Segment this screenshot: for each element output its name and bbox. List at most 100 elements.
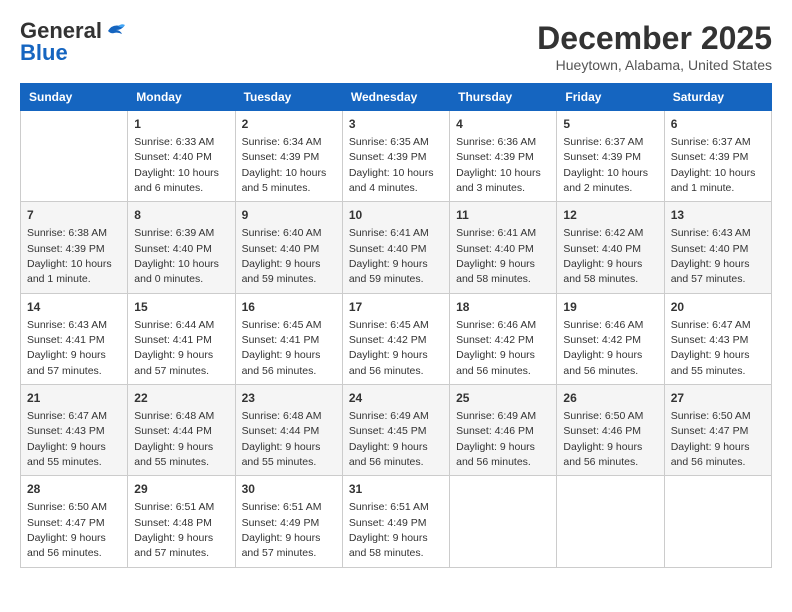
page-header: General Blue December 2025 Hueytown, Ala… <box>20 20 772 73</box>
day-info: Sunrise: 6:42 AM Sunset: 4:40 PM Dayligh… <box>563 227 643 285</box>
day-info: Sunrise: 6:46 AM Sunset: 4:42 PM Dayligh… <box>456 319 536 377</box>
day-number: 29 <box>134 481 228 498</box>
header-day-friday: Friday <box>557 84 664 111</box>
day-number: 26 <box>563 390 657 407</box>
calendar-cell: 28 Sunrise: 6:50 AM Sunset: 4:47 PM Dayli… <box>21 476 128 567</box>
day-info: Sunrise: 6:50 AM Sunset: 4:47 PM Dayligh… <box>27 501 107 559</box>
calendar-cell: 2 Sunrise: 6:34 AM Sunset: 4:39 PM Daylig… <box>235 111 342 202</box>
day-info: Sunrise: 6:50 AM Sunset: 4:46 PM Dayligh… <box>563 410 643 468</box>
day-info: Sunrise: 6:51 AM Sunset: 4:48 PM Dayligh… <box>134 501 214 559</box>
header-day-wednesday: Wednesday <box>342 84 449 111</box>
day-info: Sunrise: 6:44 AM Sunset: 4:41 PM Dayligh… <box>134 319 214 377</box>
header-day-saturday: Saturday <box>664 84 771 111</box>
calendar-cell: 17 Sunrise: 6:45 AM Sunset: 4:42 PM Dayli… <box>342 293 449 384</box>
day-info: Sunrise: 6:34 AM Sunset: 4:39 PM Dayligh… <box>242 136 327 194</box>
day-info: Sunrise: 6:49 AM Sunset: 4:45 PM Dayligh… <box>349 410 429 468</box>
day-info: Sunrise: 6:40 AM Sunset: 4:40 PM Dayligh… <box>242 227 322 285</box>
day-info: Sunrise: 6:47 AM Sunset: 4:43 PM Dayligh… <box>671 319 751 377</box>
day-number: 2 <box>242 116 336 133</box>
logo-text: General <box>20 20 102 42</box>
header-row: SundayMondayTuesdayWednesdayThursdayFrid… <box>21 84 772 111</box>
day-number: 9 <box>242 207 336 224</box>
day-number: 4 <box>456 116 550 133</box>
logo: General Blue <box>20 20 126 64</box>
header-day-thursday: Thursday <box>450 84 557 111</box>
day-number: 17 <box>349 299 443 316</box>
day-number: 14 <box>27 299 121 316</box>
calendar-cell: 31 Sunrise: 6:51 AM Sunset: 4:49 PM Dayli… <box>342 476 449 567</box>
day-info: Sunrise: 6:38 AM Sunset: 4:39 PM Dayligh… <box>27 227 112 285</box>
calendar-cell: 19 Sunrise: 6:46 AM Sunset: 4:42 PM Dayli… <box>557 293 664 384</box>
day-info: Sunrise: 6:43 AM Sunset: 4:41 PM Dayligh… <box>27 319 107 377</box>
calendar-cell: 14 Sunrise: 6:43 AM Sunset: 4:41 PM Dayli… <box>21 293 128 384</box>
calendar-cell: 8 Sunrise: 6:39 AM Sunset: 4:40 PM Daylig… <box>128 202 235 293</box>
calendar-cell: 1Sunrise: 6:33 AM Sunset: 4:40 PM Daylig… <box>128 111 235 202</box>
calendar-cell: 25Sunrise: 6:49 AM Sunset: 4:46 PM Dayli… <box>450 385 557 476</box>
header-day-tuesday: Tuesday <box>235 84 342 111</box>
calendar-cell: 9 Sunrise: 6:40 AM Sunset: 4:40 PM Daylig… <box>235 202 342 293</box>
calendar-cell: 22Sunrise: 6:48 AM Sunset: 4:44 PM Dayli… <box>128 385 235 476</box>
day-info: Sunrise: 6:48 AM Sunset: 4:44 PM Dayligh… <box>242 410 322 468</box>
calendar-cell: 24 Sunrise: 6:49 AM Sunset: 4:45 PM Dayli… <box>342 385 449 476</box>
day-number: 28 <box>27 481 121 498</box>
calendar-cell: 27Sunrise: 6:50 AM Sunset: 4:47 PM Dayli… <box>664 385 771 476</box>
day-number: 24 <box>349 390 443 407</box>
calendar-cell: 5 Sunrise: 6:37 AM Sunset: 4:39 PM Daylig… <box>557 111 664 202</box>
day-number: 11 <box>456 207 550 224</box>
calendar-week-5: 28 Sunrise: 6:50 AM Sunset: 4:47 PM Dayli… <box>21 476 772 567</box>
calendar-table: SundayMondayTuesdayWednesdayThursdayFrid… <box>20 83 772 568</box>
day-number: 21 <box>27 390 121 407</box>
logo-blue-text: Blue <box>20 42 68 64</box>
day-info: Sunrise: 6:51 AM Sunset: 4:49 PM Dayligh… <box>242 501 322 559</box>
day-info: Sunrise: 6:37 AM Sunset: 4:39 PM Dayligh… <box>563 136 648 194</box>
calendar-cell: 13Sunrise: 6:43 AM Sunset: 4:40 PM Dayli… <box>664 202 771 293</box>
calendar-cell: 30 Sunrise: 6:51 AM Sunset: 4:49 PM Dayli… <box>235 476 342 567</box>
day-number: 1 <box>134 116 228 133</box>
header-day-sunday: Sunday <box>21 84 128 111</box>
month-title: December 2025 <box>537 20 772 57</box>
calendar-cell: 7Sunrise: 6:38 AM Sunset: 4:39 PM Daylig… <box>21 202 128 293</box>
calendar-header: SundayMondayTuesdayWednesdayThursdayFrid… <box>21 84 772 111</box>
title-block: December 2025 Hueytown, Alabama, United … <box>537 20 772 73</box>
day-number: 20 <box>671 299 765 316</box>
calendar-cell: 29 Sunrise: 6:51 AM Sunset: 4:48 PM Dayli… <box>128 476 235 567</box>
location-text: Hueytown, Alabama, United States <box>537 57 772 73</box>
day-number: 31 <box>349 481 443 498</box>
day-number: 23 <box>242 390 336 407</box>
calendar-cell: 23 Sunrise: 6:48 AM Sunset: 4:44 PM Dayli… <box>235 385 342 476</box>
calendar-cell: 20 Sunrise: 6:47 AM Sunset: 4:43 PM Dayli… <box>664 293 771 384</box>
day-number: 8 <box>134 207 228 224</box>
day-info: Sunrise: 6:45 AM Sunset: 4:42 PM Dayligh… <box>349 319 429 377</box>
calendar-cell <box>557 476 664 567</box>
logo-bird-icon <box>104 22 126 40</box>
day-info: Sunrise: 6:43 AM Sunset: 4:40 PM Dayligh… <box>671 227 751 285</box>
day-number: 30 <box>242 481 336 498</box>
day-number: 6 <box>671 116 765 133</box>
day-info: Sunrise: 6:51 AM Sunset: 4:49 PM Dayligh… <box>349 501 429 559</box>
calendar-cell: 18Sunrise: 6:46 AM Sunset: 4:42 PM Dayli… <box>450 293 557 384</box>
day-info: Sunrise: 6:39 AM Sunset: 4:40 PM Dayligh… <box>134 227 219 285</box>
day-number: 25 <box>456 390 550 407</box>
calendar-cell <box>450 476 557 567</box>
calendar-cell: 15Sunrise: 6:44 AM Sunset: 4:41 PM Dayli… <box>128 293 235 384</box>
day-info: Sunrise: 6:41 AM Sunset: 4:40 PM Dayligh… <box>456 227 536 285</box>
day-info: Sunrise: 6:35 AM Sunset: 4:39 PM Dayligh… <box>349 136 434 194</box>
calendar-body: 1Sunrise: 6:33 AM Sunset: 4:40 PM Daylig… <box>21 111 772 568</box>
calendar-cell <box>664 476 771 567</box>
day-info: Sunrise: 6:36 AM Sunset: 4:39 PM Dayligh… <box>456 136 541 194</box>
day-number: 16 <box>242 299 336 316</box>
day-number: 27 <box>671 390 765 407</box>
calendar-cell <box>21 111 128 202</box>
day-number: 19 <box>563 299 657 316</box>
day-info: Sunrise: 6:45 AM Sunset: 4:41 PM Dayligh… <box>242 319 322 377</box>
calendar-week-3: 14 Sunrise: 6:43 AM Sunset: 4:41 PM Dayli… <box>21 293 772 384</box>
calendar-cell: 3Sunrise: 6:35 AM Sunset: 4:39 PM Daylig… <box>342 111 449 202</box>
calendar-cell: 6Sunrise: 6:37 AM Sunset: 4:39 PM Daylig… <box>664 111 771 202</box>
day-number: 12 <box>563 207 657 224</box>
day-info: Sunrise: 6:46 AM Sunset: 4:42 PM Dayligh… <box>563 319 643 377</box>
day-number: 5 <box>563 116 657 133</box>
day-info: Sunrise: 6:47 AM Sunset: 4:43 PM Dayligh… <box>27 410 107 468</box>
calendar-cell: 4 Sunrise: 6:36 AM Sunset: 4:39 PM Daylig… <box>450 111 557 202</box>
header-day-monday: Monday <box>128 84 235 111</box>
day-info: Sunrise: 6:41 AM Sunset: 4:40 PM Dayligh… <box>349 227 429 285</box>
